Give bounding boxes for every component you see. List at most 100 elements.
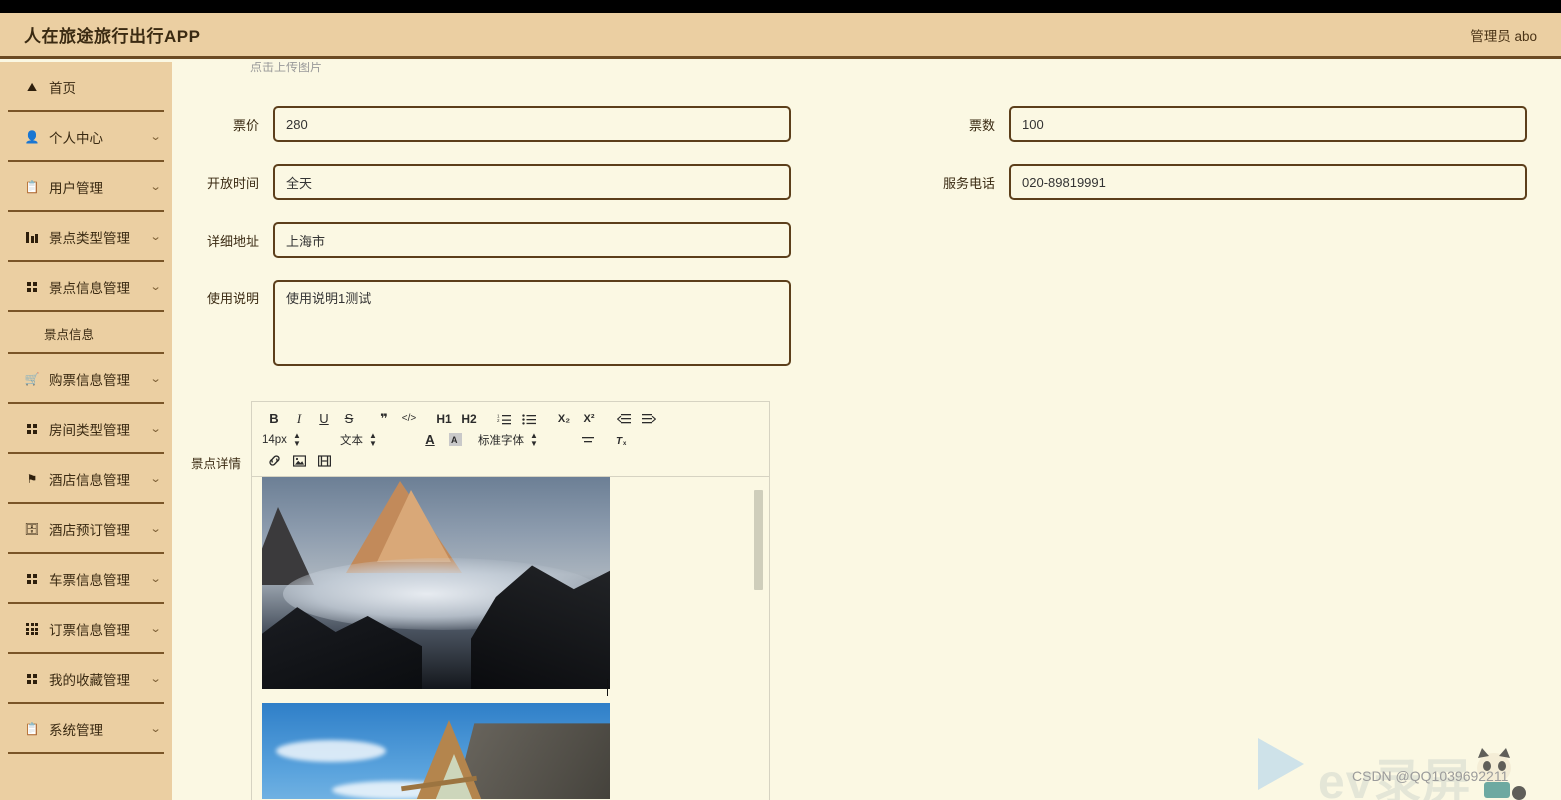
video-icon[interactable]: [312, 451, 336, 470]
open-time-input[interactable]: [273, 164, 791, 200]
main-content: 点击上传图片 票价 开放时间 详细地址 使用说明 票数 服务电话 景点详: [172, 62, 1561, 800]
home-icon: ⛰: [26, 79, 38, 94]
clear-format-icon[interactable]: Tx: [611, 430, 635, 449]
open-time-label: 开放时间: [206, 175, 259, 191]
upload-image-hint[interactable]: 点击上传图片: [250, 62, 322, 75]
field-row-service-phone: 服务电话: [927, 164, 1527, 200]
sidebar-subitem-spot-info[interactable]: 景点信息: [0, 312, 172, 354]
field-row-count: 票数: [927, 106, 1527, 142]
user-icon: 👤: [24, 130, 40, 144]
photo-shape: [275, 740, 386, 763]
superscript-button[interactable]: X²: [577, 409, 601, 428]
price-label: 票价: [232, 117, 259, 133]
sidebar-item-room-type-management[interactable]: 房间类型管理 ⌄: [0, 404, 172, 454]
grid-icon: [24, 673, 40, 685]
chevron-updown-icon: ▲ ▼: [292, 430, 301, 448]
outdent-icon[interactable]: [612, 409, 636, 428]
chevron-down-icon: ⌄: [149, 180, 162, 193]
toolbar-row-2: 14px ▲ ▼ 文本 ▲ ▼ A A 标准字体 ▲ ▼ T x: [262, 429, 759, 450]
bold-button[interactable]: B: [262, 409, 286, 428]
underline-button[interactable]: U: [312, 409, 336, 428]
svg-text:T: T: [616, 436, 623, 446]
field-row-address: 详细地址: [191, 222, 791, 258]
sidebar-item-system-management[interactable]: 📋 系统管理 ⌄: [0, 704, 172, 754]
sidebar-nav[interactable]: ⛰ 首页 👤 个人中心 ⌄ 📋 用户管理 ⌄ 景点类型管理 ⌄ 景点信息管理 ⌄: [0, 62, 172, 800]
italic-button[interactable]: I: [287, 409, 311, 428]
background-color-icon[interactable]: A: [443, 430, 467, 449]
sidebar-item-spot-type-management[interactable]: 景点类型管理 ⌄: [0, 212, 172, 262]
sidebar-item-label: 用户管理: [49, 181, 103, 196]
sidebar-item-spot-info-management[interactable]: 景点信息管理 ⌄: [0, 262, 172, 312]
sidebar-item-label: 酒店预订管理: [49, 523, 130, 538]
field-row-open-time: 开放时间: [191, 164, 791, 200]
sidebar-item-label: 我的收藏管理: [49, 673, 130, 688]
count-label: 票数: [968, 117, 995, 133]
instructions-textarea[interactable]: [273, 280, 791, 366]
sidebar-item-my-favorites-management[interactable]: 我的收藏管理 ⌄: [0, 654, 172, 704]
list-ordered-icon[interactable]: 12: [492, 409, 516, 428]
list-bullet-icon[interactable]: [517, 409, 541, 428]
chevron-down-icon: ⌄: [149, 372, 162, 385]
subscript-button[interactable]: X₂: [552, 409, 576, 428]
sidebar-item-label: 景点类型管理: [49, 231, 130, 246]
sidebar-item-bus-ticket-info-management[interactable]: 车票信息管理 ⌄: [0, 554, 172, 604]
editor-toolbar[interactable]: B I U S ❞ </> H1 H2 12 X₂ X² 14px ▲ ▼ 文本…: [252, 402, 769, 477]
sidebar-subitem-label: 景点信息: [44, 327, 95, 342]
sidebar-item-hotel-booking-management[interactable]: 🗄 酒店预订管理 ⌄: [0, 504, 172, 554]
sidebar-item-label: 车票信息管理: [49, 573, 130, 588]
indent-icon[interactable]: [637, 409, 661, 428]
sidebar-item-label: 酒店信息管理: [49, 473, 130, 488]
svg-text:2: 2: [497, 418, 500, 423]
sidebar-item-home[interactable]: ⛰ 首页: [0, 62, 172, 112]
page-title: 人在旅途旅行出行APP: [24, 27, 201, 46]
address-label: 详细地址: [206, 233, 259, 249]
align-icon[interactable]: [576, 430, 600, 449]
svg-text:A: A: [451, 435, 458, 445]
editor-scrollbar-thumb[interactable]: [754, 490, 763, 590]
image-icon[interactable]: [287, 451, 311, 470]
text-style-value: 文本: [340, 434, 363, 447]
count-input[interactable]: [1009, 106, 1527, 142]
address-input[interactable]: [273, 222, 791, 258]
sidebar-item-hotel-info-management[interactable]: ⚑ 酒店信息管理 ⌄: [0, 454, 172, 504]
editor-content-area[interactable]: [252, 477, 769, 799]
app-root: 人在旅途旅行出行APP 管理员 abo ⛰ 首页 👤 个人中心 ⌄ 📋 用户管理…: [0, 0, 1561, 800]
bars-icon: [24, 231, 40, 243]
heading-1-button[interactable]: H1: [432, 409, 456, 428]
service-phone-label: 服务电话: [942, 175, 995, 191]
chevron-updown-icon: ▲ ▼: [369, 430, 377, 448]
chevron-down-icon: ⌄: [149, 622, 162, 635]
chevron-down-icon: ⌄: [149, 672, 162, 685]
heading-2-button[interactable]: H2: [457, 409, 481, 428]
service-phone-input[interactable]: [1009, 164, 1527, 200]
sidebar-item-booking-info-management[interactable]: 订票信息管理 ⌄: [0, 604, 172, 654]
font-size-select[interactable]: 14px ▲ ▼: [262, 430, 340, 449]
toolbar-row-1: B I U S ❞ </> H1 H2 12 X₂ X²: [262, 408, 759, 429]
cabin-blue-sky-photo: [262, 703, 610, 799]
chevron-down-icon: ⌄: [149, 280, 162, 293]
text-style-select[interactable]: 文本 ▲ ▼: [340, 430, 418, 449]
field-row-instructions: 使用说明: [191, 280, 791, 366]
rich-text-editor[interactable]: B I U S ❞ </> H1 H2 12 X₂ X² 14px ▲ ▼ 文本…: [251, 401, 770, 800]
font-color-button[interactable]: A: [418, 430, 442, 449]
link-icon[interactable]: [262, 451, 286, 470]
code-block-button[interactable]: </>: [397, 409, 421, 428]
sidebar-item-personal-center[interactable]: 👤 个人中心 ⌄: [0, 112, 172, 162]
grid-icon: [24, 573, 40, 585]
ticket-icon: 🛒: [24, 372, 40, 386]
field-row-price: 票价: [191, 106, 791, 142]
booking-icon: 🗄: [24, 522, 40, 536]
strikethrough-button[interactable]: S: [337, 409, 361, 428]
clipboard-icon: 📋: [24, 180, 40, 194]
sidebar-item-user-management[interactable]: 📋 用户管理 ⌄: [0, 162, 172, 212]
chevron-down-icon: ⌄: [149, 472, 162, 485]
watermark-credit: CSDN @QQ1039692211: [1352, 768, 1509, 784]
font-family-select[interactable]: 标准字体 ▲ ▼: [478, 430, 576, 449]
current-user-label[interactable]: 管理员 abo: [1470, 25, 1537, 45]
chevron-down-icon: ⌄: [149, 522, 162, 535]
blockquote-button[interactable]: ❞: [372, 409, 396, 428]
grid9-icon: [24, 623, 40, 635]
price-input[interactable]: [273, 106, 791, 142]
photo-shape: [411, 754, 496, 799]
sidebar-item-ticket-purchase-management[interactable]: 🛒 购票信息管理 ⌄: [0, 354, 172, 404]
